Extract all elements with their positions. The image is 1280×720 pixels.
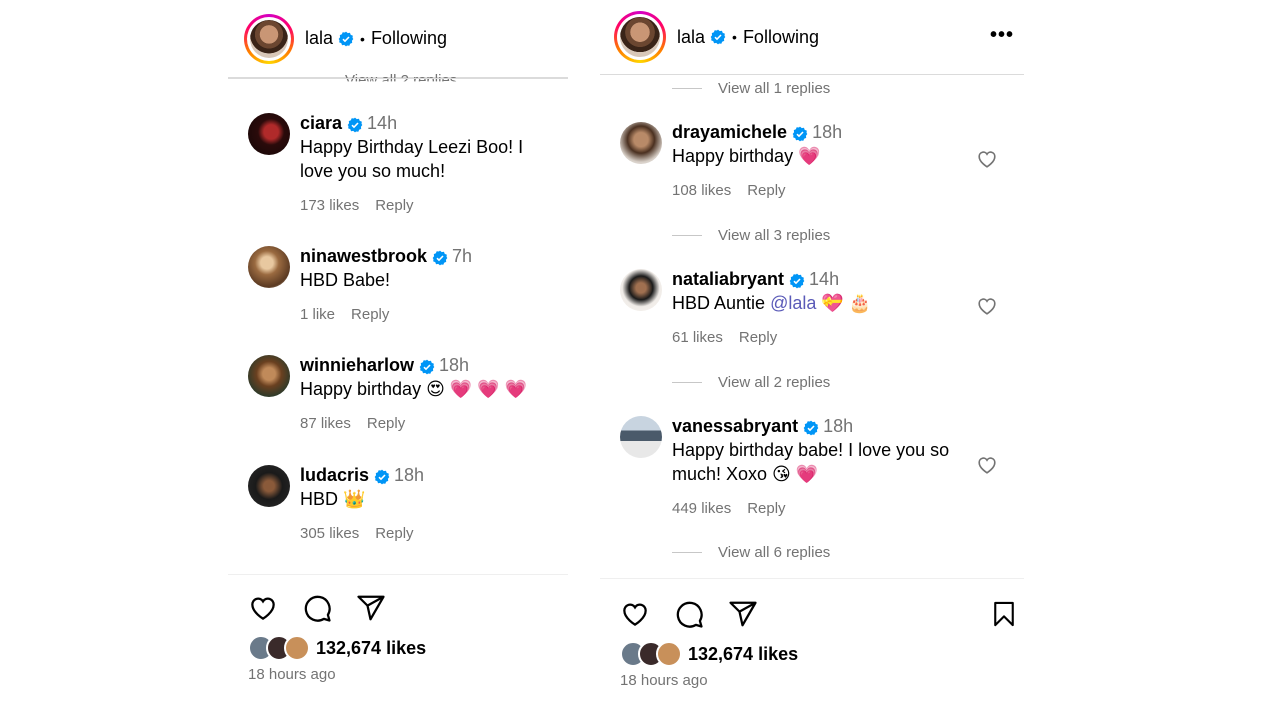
verified-badge-icon [789,273,805,289]
verified-badge-icon [803,420,819,436]
comment-time: 18h [439,355,470,375]
comment-like-heart-icon[interactable] [976,295,998,317]
commenter-avatar[interactable] [620,269,662,311]
comment-like-heart-icon[interactable] [976,454,998,476]
commenter-avatar[interactable] [620,122,662,164]
comment-likes[interactable]: 61 likes [672,329,723,346]
comments-divider [228,574,568,575]
commenter-username[interactable]: nataliabryant [672,269,784,289]
heart-icon[interactable] [620,599,650,629]
comment-icon[interactable] [674,599,704,629]
commenter-avatar[interactable] [248,355,290,397]
verified-badge-icon [419,359,435,375]
comment-text: HBD Babe! [300,270,391,290]
comment-text: HBD Auntie @lala 💝 🎂 [672,293,872,313]
commenter-avatar[interactable] [620,416,662,458]
comment-icon[interactable] [302,593,332,623]
comment-time: 18h [823,416,854,436]
share-icon[interactable] [356,593,386,623]
right-post-panel: lala • Following ••• View all 1 replies … [600,0,1024,720]
verified-badge-icon [432,250,448,266]
reply-button[interactable]: Reply [367,415,405,432]
comment-like-heart-icon[interactable] [976,148,998,170]
commenter-avatar[interactable] [248,246,290,288]
view-replies-link[interactable]: View all 1 replies [672,80,830,97]
comments-divider [600,578,1024,579]
commenter-username[interactable]: drayamichele [672,122,787,142]
more-options-icon[interactable]: ••• [990,24,1014,47]
comment-text: HBD 👑 [300,489,366,509]
profile-handle[interactable]: lala [677,27,705,48]
comment-text: Happy birthday 😍 💗 💗 💗 [300,379,528,399]
commenter-username[interactable]: winnieharlow [300,355,414,375]
heart-icon[interactable] [248,593,278,623]
likes-summary[interactable]: 132,674 likes [248,635,426,661]
header-separator: • [360,30,365,47]
profile-avatar[interactable] [244,13,294,64]
comment-time: 7h [452,246,473,266]
post-header: lala • Following ••• [600,0,1024,75]
following-button[interactable]: Following [743,27,819,48]
profile-handle[interactable]: lala [305,28,333,49]
reply-button[interactable]: Reply [375,525,413,542]
profile-avatar[interactable] [614,11,666,63]
reply-button[interactable]: Reply [351,306,389,323]
view-replies-link[interactable]: View all 6 replies [672,544,830,561]
commenter-username[interactable]: ninawestbrook [300,246,427,266]
verified-badge-icon [710,29,726,45]
reply-button[interactable]: Reply [747,182,785,199]
likes-count[interactable]: 132,674 likes [688,644,798,665]
reply-button[interactable]: Reply [747,500,785,517]
verified-badge-icon [792,126,808,142]
comment-likes[interactable]: 108 likes [672,182,731,199]
view-replies-link[interactable]: View all 2 replies [345,72,457,81]
post-header: lala • Following [228,0,568,78]
comment-time: 14h [809,269,840,289]
comment-time: 14h [367,113,398,133]
mention-link[interactable]: @lala [770,293,816,313]
likes-count[interactable]: 132,674 likes [316,638,426,659]
view-replies-link[interactable]: View all 3 replies [672,227,830,244]
reply-button[interactable]: Reply [375,197,413,214]
comment-likes[interactable]: 1 like [300,306,335,323]
reply-button[interactable]: Reply [739,329,777,346]
comment-text: Happy birthday 💗 [672,146,821,166]
post-actions [620,599,782,629]
liker-avatars [248,635,310,661]
comment-likes[interactable]: 305 likes [300,525,359,542]
comment-likes[interactable]: 449 likes [672,500,731,517]
comment-likes[interactable]: 173 likes [300,197,359,214]
header-separator: • [732,29,737,45]
liker-avatars [620,641,682,667]
share-icon[interactable] [728,599,758,629]
commenter-avatar[interactable] [248,465,290,507]
following-button[interactable]: Following [371,28,447,49]
verified-badge-icon [374,469,390,485]
comment-time: 18h [812,122,843,142]
commenter-username[interactable]: ludacris [300,465,369,485]
view-replies-link[interactable]: View all 2 replies [672,374,830,391]
bookmark-icon[interactable] [990,599,1018,629]
verified-badge-icon [338,31,354,46]
left-post-panel: lala • Following View all 2 replies ciar… [228,0,568,720]
comment-likes[interactable]: 87 likes [300,415,351,432]
post-time: 18 hours ago [248,666,336,683]
comment-time: 18h [394,465,425,485]
commenter-avatar[interactable] [248,113,290,155]
commenter-username[interactable]: ciara [300,113,342,133]
post-actions [248,593,410,623]
likes-summary[interactable]: 132,674 likes [620,641,798,667]
comment-text: Happy birthday babe! I love you so much!… [672,440,950,484]
post-time: 18 hours ago [620,672,708,689]
commenter-username[interactable]: vanessabryant [672,416,798,436]
comment-text: Happy Birthday Leezi Boo! I love you so … [300,137,524,181]
verified-badge-icon [347,117,363,133]
header-divider [228,78,568,79]
